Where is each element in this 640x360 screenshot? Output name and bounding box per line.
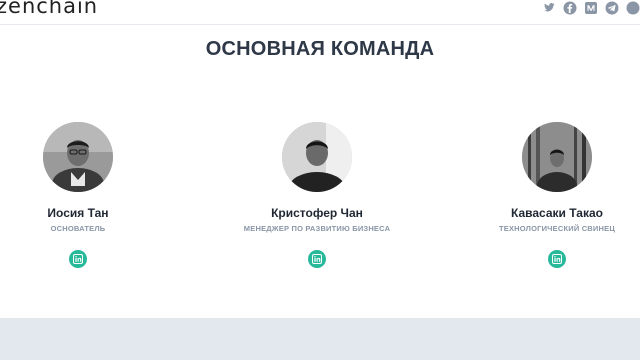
linkedin-button[interactable]: [69, 250, 87, 268]
avatar: [43, 122, 113, 192]
member-role: МЕНЕДЖЕР ПО РАЗВИТИЮ БИЗНЕСА: [243, 224, 391, 233]
member-name: Кавасаки Такао: [511, 206, 603, 220]
logo[interactable]: zenchain: [0, 0, 98, 18]
telegram-icon[interactable]: [605, 1, 619, 15]
member-role: ОСНОВАТЕЛЬ: [50, 224, 106, 233]
linkedin-button[interactable]: [308, 250, 326, 268]
top-navbar: zenchain: [0, 0, 640, 25]
social-links: [542, 1, 640, 15]
linkedin-icon: [552, 254, 562, 264]
team-member-card: Кавасаки Такао ТЕХНОЛОГИЧЕСКИЙ СВИНЕЦ: [447, 122, 640, 268]
team-member-card: Кристофер Чан МЕНЕДЖЕР ПО РАЗВИТИЮ БИЗНЕ…: [207, 122, 427, 268]
medium-icon[interactable]: [584, 1, 598, 15]
member-name: Иосия Тан: [47, 206, 109, 220]
section-title: ОСНОВНАЯ КОМАНДА: [205, 38, 435, 60]
member-name: Кристофер Чан: [271, 206, 363, 220]
linkedin-icon: [312, 254, 322, 264]
team-member-card: Иосия Тан ОСНОВАТЕЛЬ: [0, 122, 188, 268]
footer-section: [0, 318, 640, 360]
facebook-icon[interactable]: [563, 1, 577, 15]
twitter-icon[interactable]: [542, 1, 556, 15]
other-social-icon[interactable]: [626, 1, 640, 15]
linkedin-button[interactable]: [548, 250, 566, 268]
linkedin-icon: [73, 254, 83, 264]
avatar: [282, 122, 352, 192]
avatar: [522, 122, 592, 192]
member-role: ТЕХНОЛОГИЧЕСКИЙ СВИНЕЦ: [498, 224, 616, 233]
